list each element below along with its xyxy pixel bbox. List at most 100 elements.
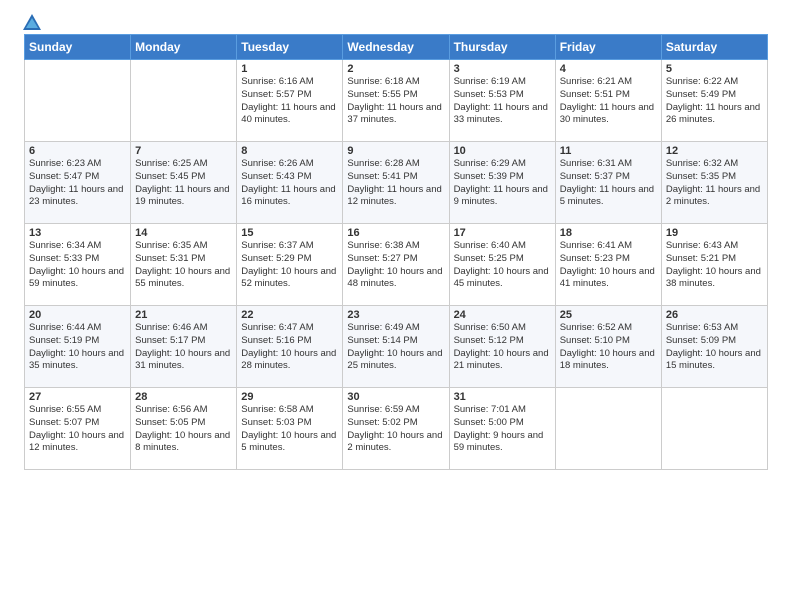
calendar-cell: 26Sunrise: 6:53 AM Sunset: 5:09 PM Dayli… <box>661 306 767 388</box>
page: SundayMondayTuesdayWednesdayThursdayFrid… <box>0 0 792 612</box>
calendar-cell: 28Sunrise: 6:56 AM Sunset: 5:05 PM Dayli… <box>131 388 237 470</box>
day-info: Sunrise: 6:35 AM Sunset: 5:31 PM Dayligh… <box>135 240 232 291</box>
calendar-cell: 29Sunrise: 6:58 AM Sunset: 5:03 PM Dayli… <box>237 388 343 470</box>
day-number: 25 <box>560 309 657 321</box>
calendar-cell: 2Sunrise: 6:18 AM Sunset: 5:55 PM Daylig… <box>343 60 449 142</box>
day-info: Sunrise: 6:38 AM Sunset: 5:27 PM Dayligh… <box>347 240 444 291</box>
day-number: 9 <box>347 145 444 157</box>
day-header-saturday: Saturday <box>661 35 767 60</box>
day-number: 3 <box>454 63 551 75</box>
calendar-cell: 17Sunrise: 6:40 AM Sunset: 5:25 PM Dayli… <box>449 224 555 306</box>
calendar-cell: 31Sunrise: 7:01 AM Sunset: 5:00 PM Dayli… <box>449 388 555 470</box>
day-info: Sunrise: 6:47 AM Sunset: 5:16 PM Dayligh… <box>241 322 338 373</box>
calendar-cell <box>131 60 237 142</box>
day-info: Sunrise: 6:56 AM Sunset: 5:05 PM Dayligh… <box>135 404 232 455</box>
calendar-cell: 3Sunrise: 6:19 AM Sunset: 5:53 PM Daylig… <box>449 60 555 142</box>
day-number: 13 <box>29 227 126 239</box>
calendar-cell: 30Sunrise: 6:59 AM Sunset: 5:02 PM Dayli… <box>343 388 449 470</box>
day-number: 20 <box>29 309 126 321</box>
day-number: 18 <box>560 227 657 239</box>
day-header-wednesday: Wednesday <box>343 35 449 60</box>
day-number: 26 <box>666 309 763 321</box>
calendar-cell: 4Sunrise: 6:21 AM Sunset: 5:51 PM Daylig… <box>555 60 661 142</box>
day-number: 8 <box>241 145 338 157</box>
calendar-cell: 20Sunrise: 6:44 AM Sunset: 5:19 PM Dayli… <box>25 306 131 388</box>
day-info: Sunrise: 6:26 AM Sunset: 5:43 PM Dayligh… <box>241 158 338 209</box>
day-info: Sunrise: 6:22 AM Sunset: 5:49 PM Dayligh… <box>666 76 763 127</box>
calendar-cell: 6Sunrise: 6:23 AM Sunset: 5:47 PM Daylig… <box>25 142 131 224</box>
calendar-cell: 16Sunrise: 6:38 AM Sunset: 5:27 PM Dayli… <box>343 224 449 306</box>
header <box>0 0 792 34</box>
day-info: Sunrise: 6:31 AM Sunset: 5:37 PM Dayligh… <box>560 158 657 209</box>
day-info: Sunrise: 6:58 AM Sunset: 5:03 PM Dayligh… <box>241 404 338 455</box>
calendar-cell: 13Sunrise: 6:34 AM Sunset: 5:33 PM Dayli… <box>25 224 131 306</box>
day-number: 28 <box>135 391 232 403</box>
day-number: 30 <box>347 391 444 403</box>
day-number: 12 <box>666 145 763 157</box>
day-info: Sunrise: 6:21 AM Sunset: 5:51 PM Dayligh… <box>560 76 657 127</box>
day-info: Sunrise: 6:28 AM Sunset: 5:41 PM Dayligh… <box>347 158 444 209</box>
day-info: Sunrise: 6:18 AM Sunset: 5:55 PM Dayligh… <box>347 76 444 127</box>
calendar: SundayMondayTuesdayWednesdayThursdayFrid… <box>24 34 768 470</box>
day-info: Sunrise: 6:34 AM Sunset: 5:33 PM Dayligh… <box>29 240 126 291</box>
logo <box>18 12 43 28</box>
day-number: 23 <box>347 309 444 321</box>
calendar-cell: 22Sunrise: 6:47 AM Sunset: 5:16 PM Dayli… <box>237 306 343 388</box>
day-number: 7 <box>135 145 232 157</box>
day-header-friday: Friday <box>555 35 661 60</box>
calendar-cell <box>25 60 131 142</box>
calendar-cell: 14Sunrise: 6:35 AM Sunset: 5:31 PM Dayli… <box>131 224 237 306</box>
day-info: Sunrise: 7:01 AM Sunset: 5:00 PM Dayligh… <box>454 404 551 455</box>
day-info: Sunrise: 6:43 AM Sunset: 5:21 PM Dayligh… <box>666 240 763 291</box>
day-info: Sunrise: 6:25 AM Sunset: 5:45 PM Dayligh… <box>135 158 232 209</box>
calendar-cell: 1Sunrise: 6:16 AM Sunset: 5:57 PM Daylig… <box>237 60 343 142</box>
calendar-cell: 27Sunrise: 6:55 AM Sunset: 5:07 PM Dayli… <box>25 388 131 470</box>
calendar-cell: 24Sunrise: 6:50 AM Sunset: 5:12 PM Dayli… <box>449 306 555 388</box>
calendar-cell: 21Sunrise: 6:46 AM Sunset: 5:17 PM Dayli… <box>131 306 237 388</box>
day-number: 24 <box>454 309 551 321</box>
calendar-cell: 18Sunrise: 6:41 AM Sunset: 5:23 PM Dayli… <box>555 224 661 306</box>
calendar-cell: 19Sunrise: 6:43 AM Sunset: 5:21 PM Dayli… <box>661 224 767 306</box>
day-number: 29 <box>241 391 338 403</box>
calendar-cell <box>661 388 767 470</box>
calendar-cell: 10Sunrise: 6:29 AM Sunset: 5:39 PM Dayli… <box>449 142 555 224</box>
calendar-cell: 11Sunrise: 6:31 AM Sunset: 5:37 PM Dayli… <box>555 142 661 224</box>
day-number: 19 <box>666 227 763 239</box>
day-info: Sunrise: 6:50 AM Sunset: 5:12 PM Dayligh… <box>454 322 551 373</box>
calendar-cell: 12Sunrise: 6:32 AM Sunset: 5:35 PM Dayli… <box>661 142 767 224</box>
day-number: 2 <box>347 63 444 75</box>
calendar-cell: 8Sunrise: 6:26 AM Sunset: 5:43 PM Daylig… <box>237 142 343 224</box>
day-info: Sunrise: 6:46 AM Sunset: 5:17 PM Dayligh… <box>135 322 232 373</box>
day-number: 10 <box>454 145 551 157</box>
day-info: Sunrise: 6:16 AM Sunset: 5:57 PM Dayligh… <box>241 76 338 127</box>
calendar-cell: 7Sunrise: 6:25 AM Sunset: 5:45 PM Daylig… <box>131 142 237 224</box>
day-header-monday: Monday <box>131 35 237 60</box>
day-number: 4 <box>560 63 657 75</box>
day-info: Sunrise: 6:23 AM Sunset: 5:47 PM Dayligh… <box>29 158 126 209</box>
day-number: 14 <box>135 227 232 239</box>
day-number: 11 <box>560 145 657 157</box>
day-number: 27 <box>29 391 126 403</box>
day-number: 6 <box>29 145 126 157</box>
day-info: Sunrise: 6:49 AM Sunset: 5:14 PM Dayligh… <box>347 322 444 373</box>
calendar-cell: 5Sunrise: 6:22 AM Sunset: 5:49 PM Daylig… <box>661 60 767 142</box>
day-number: 31 <box>454 391 551 403</box>
day-number: 22 <box>241 309 338 321</box>
calendar-cell: 9Sunrise: 6:28 AM Sunset: 5:41 PM Daylig… <box>343 142 449 224</box>
day-header-tuesday: Tuesday <box>237 35 343 60</box>
day-info: Sunrise: 6:44 AM Sunset: 5:19 PM Dayligh… <box>29 322 126 373</box>
day-header-sunday: Sunday <box>25 35 131 60</box>
day-number: 1 <box>241 63 338 75</box>
day-info: Sunrise: 6:19 AM Sunset: 5:53 PM Dayligh… <box>454 76 551 127</box>
calendar-cell: 25Sunrise: 6:52 AM Sunset: 5:10 PM Dayli… <box>555 306 661 388</box>
day-number: 5 <box>666 63 763 75</box>
day-number: 17 <box>454 227 551 239</box>
day-info: Sunrise: 6:37 AM Sunset: 5:29 PM Dayligh… <box>241 240 338 291</box>
logo-icon <box>21 12 43 34</box>
day-info: Sunrise: 6:32 AM Sunset: 5:35 PM Dayligh… <box>666 158 763 209</box>
day-number: 21 <box>135 309 232 321</box>
day-number: 16 <box>347 227 444 239</box>
day-info: Sunrise: 6:55 AM Sunset: 5:07 PM Dayligh… <box>29 404 126 455</box>
day-info: Sunrise: 6:53 AM Sunset: 5:09 PM Dayligh… <box>666 322 763 373</box>
calendar-cell: 15Sunrise: 6:37 AM Sunset: 5:29 PM Dayli… <box>237 224 343 306</box>
